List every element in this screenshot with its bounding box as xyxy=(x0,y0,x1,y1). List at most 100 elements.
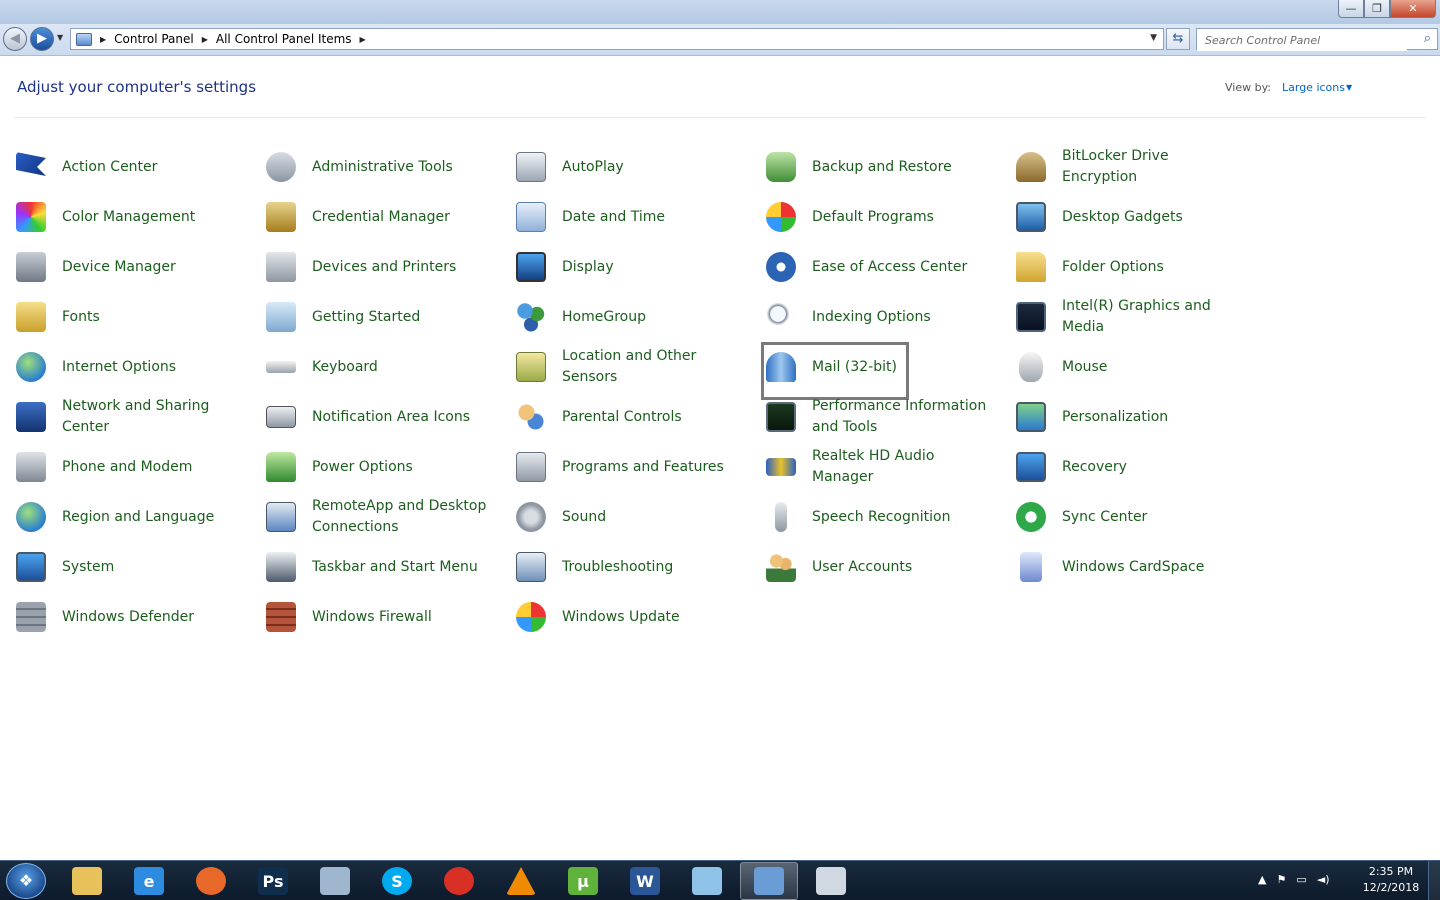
close-button[interactable]: ✕ xyxy=(1390,0,1436,18)
control-panel-item[interactable]: Color Management xyxy=(14,192,264,242)
control-panel-item[interactable]: Devices and Printers xyxy=(264,242,514,292)
taskbar-app-word[interactable]: W xyxy=(616,862,674,900)
control-panel-item[interactable]: Date and Time xyxy=(514,192,764,242)
control-panel-item-label[interactable]: Internet Options xyxy=(62,357,176,378)
control-panel-item[interactable]: Location and Other Sensors xyxy=(514,342,764,392)
control-panel-item[interactable]: Desktop Gadgets xyxy=(1014,192,1264,242)
control-panel-item[interactable]: Display xyxy=(514,242,764,292)
control-panel-item[interactable]: Troubleshooting xyxy=(514,542,764,592)
chevron-down-icon[interactable]: ▼ xyxy=(1346,83,1352,92)
control-panel-item-label[interactable]: Windows Update xyxy=(562,607,680,628)
breadcrumb-all-items[interactable]: All Control Panel Items xyxy=(216,32,352,46)
control-panel-item-label[interactable]: Indexing Options xyxy=(812,307,931,328)
chevron-right-icon[interactable]: ▶ xyxy=(202,35,208,44)
control-panel-item-label[interactable]: Sync Center xyxy=(1062,507,1147,528)
control-panel-item[interactable]: Keyboard xyxy=(264,342,514,392)
control-panel-item-label[interactable]: Ease of Access Center xyxy=(812,257,967,278)
control-panel-item-label[interactable]: Keyboard xyxy=(312,357,378,378)
control-panel-item[interactable]: Mail (32-bit) xyxy=(761,342,1014,400)
control-panel-item-label[interactable]: Default Programs xyxy=(812,207,934,228)
control-panel-item-label[interactable]: Devices and Printers xyxy=(312,257,456,278)
search-box[interactable]: ⌕ xyxy=(1196,28,1438,51)
control-panel-item[interactable]: Ease of Access Center xyxy=(764,242,1014,292)
control-panel-item-label[interactable]: Notification Area Icons xyxy=(312,407,470,428)
taskbar-app-skype[interactable]: S xyxy=(368,862,426,900)
control-panel-item-label[interactable]: Action Center xyxy=(62,157,157,178)
address-bar[interactable]: ▶ Control Panel ▶ All Control Panel Item… xyxy=(70,28,1164,50)
control-panel-item-label[interactable]: Getting Started xyxy=(312,307,420,328)
taskbar-app-chrome[interactable] xyxy=(430,862,488,900)
back-button[interactable]: ◀ xyxy=(3,27,27,51)
taskbar-app-internet-explorer[interactable]: e xyxy=(120,862,178,900)
control-panel-item-label[interactable]: Credential Manager xyxy=(312,207,450,228)
control-panel-item-label[interactable]: Folder Options xyxy=(1062,257,1164,278)
control-panel-item[interactable]: Intel(R) Graphics and Media xyxy=(1014,292,1264,342)
control-panel-item[interactable]: Default Programs xyxy=(764,192,1014,242)
control-panel-item[interactable]: Region and Language xyxy=(14,492,264,542)
control-panel-item-label[interactable]: Mouse xyxy=(1062,357,1107,378)
control-panel-item-label[interactable]: User Accounts xyxy=(812,557,912,578)
control-panel-item-label[interactable]: Taskbar and Start Menu xyxy=(312,557,478,578)
chevron-down-icon[interactable]: ▼ xyxy=(1150,33,1157,43)
control-panel-item-label[interactable]: Programs and Features xyxy=(562,457,724,478)
control-panel-item-label[interactable]: Windows Defender xyxy=(62,607,194,628)
control-panel-item-label[interactable]: Desktop Gadgets xyxy=(1062,207,1183,228)
control-panel-item[interactable]: Phone and Modem xyxy=(14,442,264,492)
control-panel-item[interactable]: Backup and Restore xyxy=(764,142,1014,192)
view-by-dropdown[interactable]: Large icons xyxy=(1282,81,1345,94)
control-panel-item[interactable]: User Accounts xyxy=(764,542,1014,592)
control-panel-item[interactable]: Windows Firewall xyxy=(264,592,514,642)
chevron-right-icon[interactable]: ▶ xyxy=(100,35,106,44)
taskbar-app-firefox[interactable] xyxy=(182,862,240,900)
minimize-button[interactable]: — xyxy=(1338,0,1364,18)
control-panel-item[interactable]: Credential Manager xyxy=(264,192,514,242)
control-panel-item-label[interactable]: Backup and Restore xyxy=(812,157,952,178)
control-panel-item-label[interactable]: Intel(R) Graphics and Media xyxy=(1062,296,1247,338)
taskbar-app-vlc[interactable] xyxy=(492,862,550,900)
clock[interactable]: 2:35 PM 12/2/2018 xyxy=(1360,864,1422,896)
control-panel-item[interactable]: Windows CardSpace xyxy=(1014,542,1264,592)
maximize-button[interactable]: ❐ xyxy=(1364,0,1390,18)
control-panel-item[interactable]: Folder Options xyxy=(1014,242,1264,292)
control-panel-item[interactable]: Recovery xyxy=(1014,442,1264,492)
control-panel-item-label[interactable]: Network and Sharing Center xyxy=(62,396,247,438)
control-panel-item-label[interactable]: System xyxy=(62,557,114,578)
control-panel-item[interactable]: Programs and Features xyxy=(514,442,764,492)
control-panel-item[interactable]: Notification Area Icons xyxy=(264,392,514,442)
taskbar-app-on-screen-keyboard[interactable] xyxy=(306,862,364,900)
taskbar-app-file-explorer[interactable] xyxy=(58,862,116,900)
control-panel-item[interactable]: Personalization xyxy=(1014,392,1264,442)
control-panel-item-label[interactable]: Sound xyxy=(562,507,606,528)
control-panel-item[interactable]: Network and Sharing Center xyxy=(14,392,264,442)
control-panel-item-label[interactable]: Parental Controls xyxy=(562,407,682,428)
taskbar-app-utorrent[interactable]: µ xyxy=(554,862,612,900)
control-panel-item-label[interactable]: Location and Other Sensors xyxy=(562,346,747,388)
control-panel-item[interactable]: HomeGroup xyxy=(514,292,764,342)
control-panel-item-label[interactable]: Mail (32-bit) xyxy=(812,357,897,378)
chevron-right-icon[interactable]: ▶ xyxy=(360,35,366,44)
control-panel-item-label[interactable]: Color Management xyxy=(62,207,195,228)
search-icon[interactable]: ⌕ xyxy=(1424,31,1431,46)
control-panel-item[interactable]: AutoPlay xyxy=(514,142,764,192)
control-panel-item[interactable]: BitLocker Drive Encryption xyxy=(1014,142,1264,192)
control-panel-item-label[interactable]: Administrative Tools xyxy=(312,157,453,178)
control-panel-item[interactable]: Device Manager xyxy=(14,242,264,292)
refresh-button[interactable]: ⇆ xyxy=(1166,28,1190,50)
taskbar-app-control-panel[interactable] xyxy=(740,862,798,900)
control-panel-item-label[interactable]: Performance Information and Tools xyxy=(812,396,997,438)
control-panel-item[interactable]: RemoteApp and Desktop Connections xyxy=(264,492,514,542)
control-panel-item-label[interactable]: Personalization xyxy=(1062,407,1168,428)
control-panel-item[interactable]: Performance Information and Tools xyxy=(764,392,1014,442)
forward-button[interactable]: ▶ xyxy=(30,27,54,51)
control-panel-item[interactable]: Fonts xyxy=(14,292,264,342)
show-hidden-icons-icon[interactable]: ▲ xyxy=(1258,873,1266,886)
network-icon[interactable]: ▭ xyxy=(1296,873,1306,886)
control-panel-item[interactable]: Indexing Options xyxy=(764,292,1014,342)
control-panel-item-label[interactable]: Power Options xyxy=(312,457,413,478)
control-panel-item[interactable]: Administrative Tools xyxy=(264,142,514,192)
control-panel-item-label[interactable]: Region and Language xyxy=(62,507,214,528)
control-panel-item-label[interactable]: Display xyxy=(562,257,614,278)
start-button[interactable]: ❖ xyxy=(6,863,46,899)
recent-pages-dropdown-icon[interactable]: ▼ xyxy=(57,33,63,42)
control-panel-item[interactable]: Sync Center xyxy=(1014,492,1264,542)
